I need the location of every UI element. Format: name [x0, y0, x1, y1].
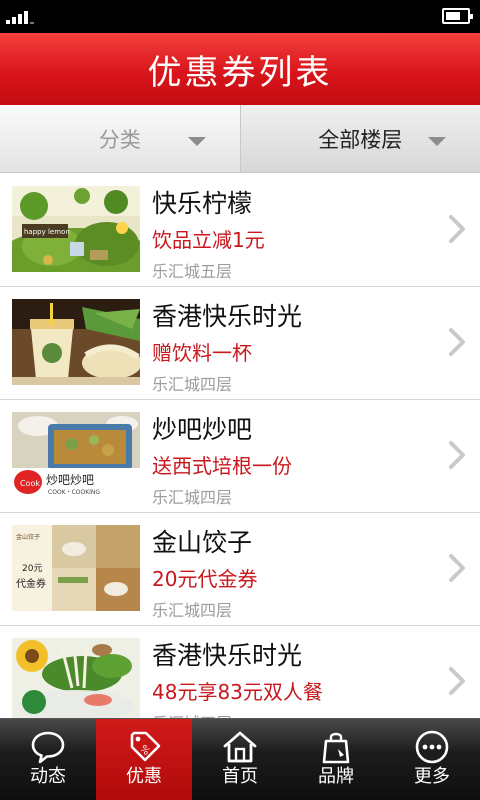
coupon-item-chao-ba[interactable]: Cook 炒吧炒吧 COOK・COOKING 炒吧炒吧 送西式培根一份 乐汇城四…: [0, 400, 480, 513]
dropdown-arrow-icon: [428, 137, 446, 146]
image-brand-text: 炒吧炒吧: [46, 473, 94, 487]
shop-name: 金山饺子: [152, 528, 253, 557]
tab-label: 首页: [222, 766, 258, 787]
coupon-list[interactable]: happy lemon 快乐柠檬 饮品立减1元 乐汇城五层 香港快乐时光 赠饮料…: [0, 174, 480, 718]
chevron-right-icon: [449, 441, 465, 469]
category-filter-label: 分类: [98, 127, 141, 152]
shop-name: 快乐柠檬: [152, 189, 253, 218]
tab-coupons[interactable]: % 优惠: [96, 719, 192, 800]
coupon-thumbnail: happy lemon: [12, 186, 140, 272]
tab-label: 优惠: [126, 766, 162, 787]
offer-text: 20元代金券: [152, 567, 258, 591]
coupon-thumbnail: Cook 炒吧炒吧 COOK・COOKING: [12, 412, 140, 498]
location-text: 乐汇城四层: [152, 375, 233, 394]
bottom-tab-bar: 动态 % 优惠 首页 品牌 更多: [0, 718, 480, 800]
signal-strength-icon: [6, 8, 36, 24]
tab-home[interactable]: 首页: [192, 719, 288, 800]
coupon-item-happy-lemon[interactable]: happy lemon 快乐柠檬 饮品立减1元 乐汇城五层: [0, 174, 480, 287]
category-filter-dropdown[interactable]: 分类: [0, 105, 241, 172]
floor-filter-dropdown[interactable]: 全部楼层: [240, 105, 480, 172]
coupon-tag-icon: %: [130, 731, 161, 762]
home-icon: [223, 731, 257, 763]
status-bar: [0, 0, 480, 33]
shopping-bag-icon: [322, 732, 350, 764]
offer-text: 饮品立减1元: [152, 228, 265, 252]
tab-label: 品牌: [318, 766, 354, 787]
shop-name: 香港快乐时光: [152, 302, 303, 331]
image-voucher-text: 代金券: [16, 577, 46, 590]
chevron-right-icon: [449, 215, 465, 243]
tab-label: 动态: [30, 766, 66, 787]
chevron-right-icon: [449, 328, 465, 356]
coupon-thumbnail: [12, 638, 140, 718]
location-text: 乐汇城五层: [152, 262, 233, 281]
coupon-list-screen: { "header": { "title": "优惠券列表" }, "filte…: [0, 0, 480, 800]
chat-bubble-icon: [31, 731, 65, 764]
image-sub-text: COOK・COOKING: [48, 489, 100, 496]
coupon-thumbnail: 金山饺子 20元 代金券: [12, 525, 140, 611]
chevron-right-icon: [449, 554, 465, 582]
offer-text: 送西式培根一份: [152, 454, 292, 478]
offer-text: 赠饮料一杯: [152, 341, 252, 365]
coupon-item-hk-happy-time[interactable]: 香港快乐时光 赠饮料一杯 乐汇城四层: [0, 287, 480, 400]
svg-text:happy lemon: happy lemon: [24, 228, 70, 236]
tab-news[interactable]: 动态: [0, 719, 96, 800]
tab-label: 更多: [414, 766, 450, 787]
image-logo-text: 金山饺子: [16, 533, 40, 541]
more-dots-icon: [415, 730, 449, 764]
location-text: 乐汇城四层: [152, 710, 232, 718]
coupon-item-hk-happy-time-meal[interactable]: 香港快乐时光 48元享83元双人餐 乐汇城四层: [0, 626, 480, 718]
offer-text: 48元享83元双人餐: [152, 680, 323, 704]
battery-icon: [442, 8, 473, 24]
image-price-text: 20元: [22, 564, 42, 574]
location-text: 乐汇城四层: [152, 488, 233, 507]
shop-name: 炒吧炒吧: [152, 415, 253, 444]
floor-filter-label: 全部楼层: [318, 127, 403, 152]
location-text: 乐汇城四层: [152, 601, 233, 620]
tab-brands[interactable]: 品牌: [288, 719, 384, 800]
coupon-thumbnail: [12, 299, 140, 385]
filter-bar: 分类 全部楼层: [0, 105, 480, 173]
image-badge-text: Cook: [20, 479, 40, 488]
tab-more[interactable]: 更多: [384, 719, 480, 800]
page-title: 优惠券列表: [147, 52, 333, 93]
title-bar: 优惠券列表: [0, 33, 480, 105]
shop-name: 香港快乐时光: [152, 641, 303, 670]
dropdown-arrow-icon: [187, 137, 206, 146]
chevron-right-icon: [449, 667, 465, 695]
coupon-item-jinshan-dumplings[interactable]: 金山饺子 20元 代金券 金山饺子 20元代金券 乐汇城四层: [0, 513, 480, 626]
